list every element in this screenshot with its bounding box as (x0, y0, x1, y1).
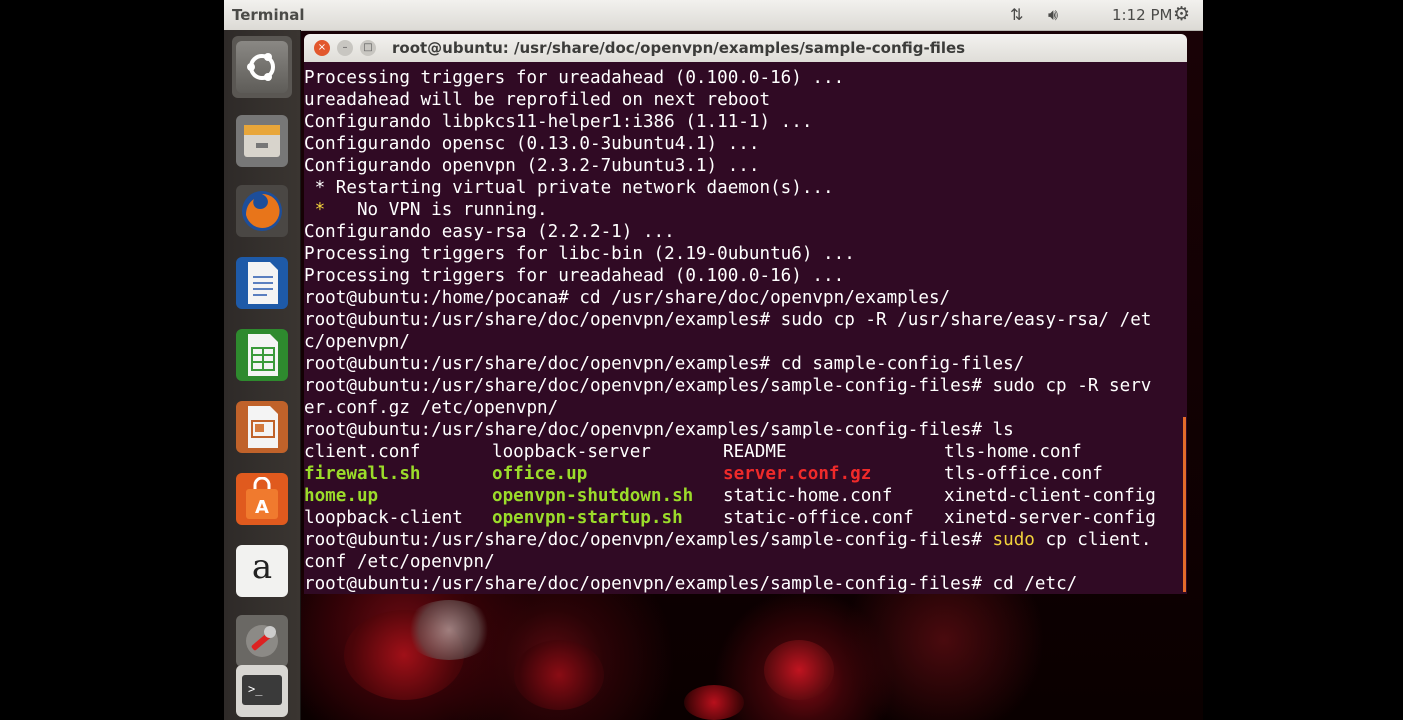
desktop-screen: Terminal ⇅ 🔊︎ 1:12 PM ⚙ A a >_ × – □ roo… (224, 0, 1203, 720)
calc-spreadsheet-icon (236, 329, 288, 381)
ls-entry-executable: home.up (304, 486, 379, 506)
clock[interactable]: 1:12 PM (1112, 6, 1172, 24)
svg-text:A: A (255, 497, 269, 518)
terminal-line: Configurando libpkcs11-helper1:i386 (1.1… (304, 112, 813, 132)
terminal-line: er.conf.gz /etc/openvpn/ (304, 398, 559, 418)
ls-entry: static-home.conf (723, 486, 893, 506)
terminal-line: Processing triggers for libc-bin (2.19-0… (304, 244, 855, 264)
launcher-libreoffice-calc[interactable] (232, 324, 292, 386)
command-text: cp client. (1034, 530, 1152, 550)
status-star: * (314, 200, 326, 220)
terminal-line: root@ubuntu:/usr/share/doc/openvpn/examp… (304, 376, 1152, 396)
top-panel: Terminal ⇅ 🔊︎ 1:12 PM ⚙ (224, 0, 1203, 31)
launcher: A a >_ (224, 30, 301, 720)
highlighted-command: sudo (992, 530, 1035, 550)
ls-entry-executable: openvpn-startup.sh (492, 508, 683, 528)
ls-entry: client.conf (304, 442, 421, 462)
terminal-line: Configurando openvpn (2.3.2-7ubuntu3.1) … (304, 156, 760, 176)
terminal-line: root@ubuntu:/usr/share/doc/openvpn/examp… (304, 310, 1152, 330)
firefox-icon (236, 185, 288, 237)
ls-entry: loopback-client (304, 508, 463, 528)
impress-presentation-icon (236, 401, 288, 453)
terminal-line: Configurando easy-rsa (2.2.2-1) ... (304, 222, 675, 242)
ls-entry-archive: server.conf.gz (723, 464, 872, 484)
speaker-icon[interactable]: 🔊︎ (1048, 5, 1058, 25)
launcher-libreoffice-writer[interactable] (232, 252, 292, 314)
network-arrows-icon[interactable]: ⇅ (1010, 5, 1023, 24)
window-title: root@ubuntu: /usr/share/doc/openvpn/exam… (392, 39, 966, 57)
launcher-terminal[interactable]: >_ (232, 660, 292, 720)
terminal-line: root@ubuntu:/usr/share/doc/openvpn/examp… (304, 354, 1025, 374)
ls-entry: tls-home.conf (944, 442, 1082, 462)
writer-document-icon (236, 257, 288, 309)
launcher-libreoffice-impress[interactable] (232, 396, 292, 458)
ls-entry: README (723, 442, 787, 462)
window-titlebar[interactable]: × – □ root@ubuntu: /usr/share/doc/openvp… (304, 34, 1187, 62)
launcher-files[interactable] (232, 110, 292, 172)
launcher-software-center[interactable]: A (232, 468, 292, 530)
svg-text:>_: >_ (248, 682, 263, 696)
terminal-line: Processing triggers for ureadahead (0.10… (304, 266, 845, 286)
terminal-line: root@ubuntu:/usr/share/doc/openvpn/examp… (304, 420, 1014, 440)
minimize-button[interactable]: – (337, 40, 353, 56)
ls-entry: xinetd-server-config (944, 508, 1156, 528)
ls-entry-executable: openvpn-shutdown.sh (492, 486, 694, 506)
terminal-output[interactable]: Processing triggers for ureadahead (0.10… (304, 62, 1187, 594)
ubuntu-logo-icon (236, 41, 288, 93)
shell-prompt: root@ubuntu:/usr/share/doc/openvpn/examp… (304, 574, 993, 594)
wallpaper-swirl (404, 600, 494, 660)
wallpaper-flower (764, 640, 834, 700)
maximize-button[interactable]: □ (360, 40, 376, 56)
launcher-dash-home[interactable] (232, 36, 292, 98)
ls-entry: loopback-server (492, 442, 651, 462)
launcher-amazon[interactable]: a (232, 540, 292, 602)
command-text: conf /etc/openvpn/ (304, 552, 495, 572)
gear-icon[interactable]: ⚙ (1173, 3, 1190, 25)
terminal-line: ureadahead will be reprofiled on next re… (304, 90, 771, 110)
file-cabinet-icon (236, 115, 288, 167)
terminal-line: c/openvpn/ (304, 332, 410, 352)
terminal-icon: >_ (236, 665, 288, 717)
terminal-line: root@ubuntu:/home/pocana# cd /usr/share/… (304, 288, 951, 308)
amazon-letter: a (251, 547, 273, 587)
ls-entry-executable: firewall.sh (304, 464, 421, 484)
launcher-firefox[interactable] (232, 180, 292, 242)
active-app-title: Terminal (232, 6, 305, 24)
terminal-line: Configurando opensc (0.13.0-3ubuntu4.1) … (304, 134, 760, 154)
shell-prompt: root@ubuntu:/usr/share/doc/openvpn/examp… (304, 530, 993, 550)
terminal-line: * Restarting virtual private network dae… (304, 178, 834, 198)
command-input[interactable]: cd /etc/ (993, 574, 1078, 594)
ls-entry: tls-office.conf (944, 464, 1103, 484)
close-button[interactable]: × (314, 40, 330, 56)
ls-entry: xinetd-client-config (944, 486, 1156, 506)
amazon-icon: a (236, 545, 288, 597)
terminal-text[interactable]: Processing triggers for ureadahead (0.10… (304, 67, 1156, 595)
scrollbar[interactable] (1183, 417, 1186, 592)
terminal-line: Processing triggers for ureadahead (0.10… (304, 68, 845, 88)
ls-entry: static-office.conf (723, 508, 914, 528)
terminal-window[interactable]: × – □ root@ubuntu: /usr/share/doc/openvp… (304, 34, 1187, 594)
shopping-bag-icon: A (236, 473, 288, 525)
ls-entry-executable: office.up (492, 464, 588, 484)
wallpaper-flower (684, 685, 744, 720)
wallpaper-flower (514, 640, 604, 710)
terminal-line: No VPN is running. (325, 200, 548, 220)
